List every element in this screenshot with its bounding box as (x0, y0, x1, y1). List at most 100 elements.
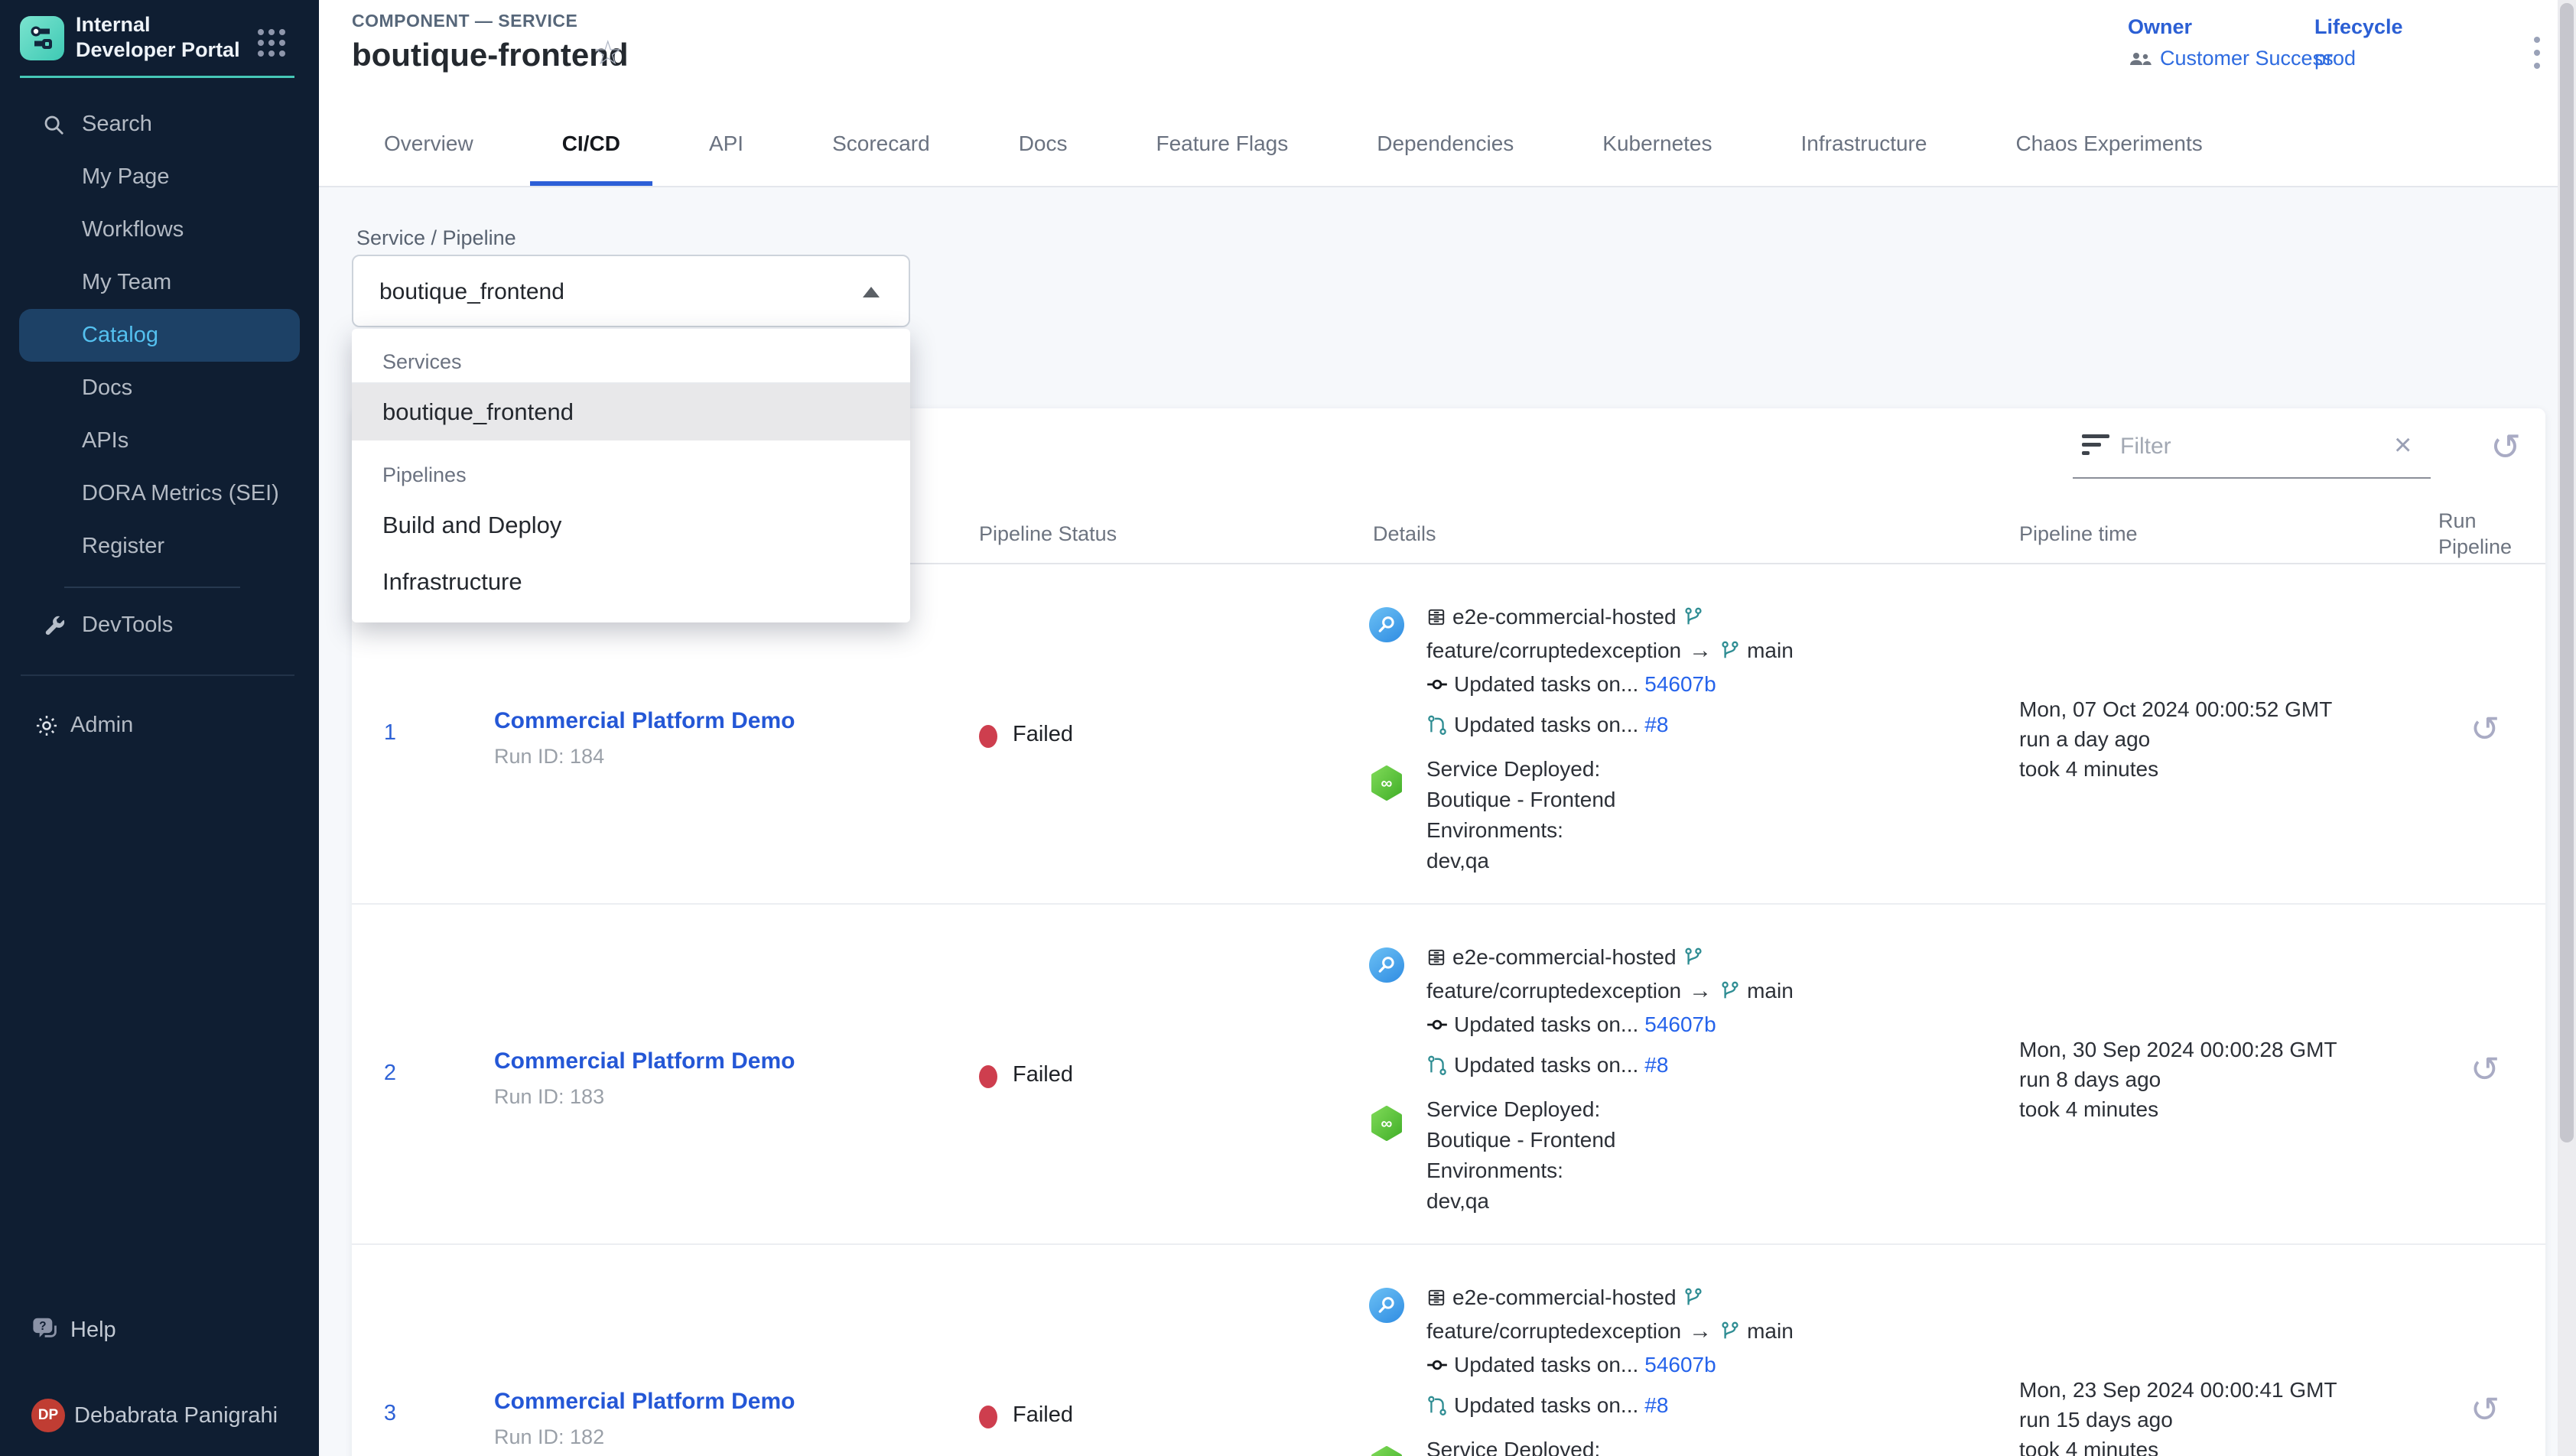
pr-number-link[interactable]: #8 (1644, 713, 1668, 737)
menu-header-pipelines: Pipelines (352, 440, 910, 497)
filter-input[interactable] (2120, 427, 2373, 466)
commit-sha-link[interactable]: 54607b (1644, 1353, 1716, 1377)
commit-text: Updated tasks on... (1454, 1353, 1638, 1377)
tab-infrastructure[interactable]: Infrastructure (1769, 106, 1960, 186)
chevron-up-icon (863, 287, 880, 297)
owner-label: Owner (2128, 15, 2334, 39)
sidebar-nav: Search My Page Workflows My Team Catalog… (0, 98, 319, 752)
svg-text:∞: ∞ (1381, 775, 1393, 792)
pipeline-name-link[interactable]: Commercial Platform Demo (494, 708, 956, 734)
pipeline-rows: 1 Commercial Platform Demo Run ID: 184 F… (352, 564, 2545, 1456)
scrollbar-track[interactable] (2558, 0, 2576, 1456)
time-cell: Mon, 23 Sep 2024 00:00:41 GMT run 15 day… (2004, 1245, 2425, 1456)
run-id: Run ID: 184 (494, 745, 956, 769)
environments-value: dev,qa (1426, 846, 2004, 876)
git-branch-icon (1683, 947, 1704, 968)
tab-overview[interactable]: Overview (352, 106, 506, 186)
service-deployed-label: Service Deployed: (1426, 1435, 2004, 1456)
source-branch: feature/corruptedexception (1426, 1319, 1681, 1344)
pr-number-link[interactable]: #8 (1644, 1393, 1668, 1418)
tab-api[interactable]: API (677, 106, 776, 186)
service-name: Boutique - Frontend (1426, 1125, 2004, 1155)
sidebar-item-register[interactable]: Register (0, 520, 319, 573)
run-serial-link[interactable]: 2 (384, 1061, 396, 1085)
owner-link[interactable]: Customer Success (2160, 47, 2334, 70)
ci-stage-icon (1369, 607, 1404, 642)
pull-request-icon (1426, 714, 1448, 736)
details-cell: ∞ e2e-commercial-hosted feature/corrupte… (1354, 905, 2004, 1243)
refresh-icon[interactable]: ↺ (2490, 430, 2521, 466)
sidebar: Internal Developer Portal Search My Page… (0, 0, 319, 1456)
favorite-star-icon[interactable]: ☆ (593, 34, 623, 73)
sidebar-item-search[interactable]: Search (0, 98, 319, 151)
service-deployed-label: Service Deployed: (1426, 754, 2004, 785)
git-branch-icon (1683, 606, 1704, 628)
pr-text: Updated tasks on... (1454, 1053, 1638, 1077)
app-title: Internal Developer Portal (76, 12, 244, 63)
rerun-pipeline-button[interactable]: ↺ (2470, 1392, 2500, 1427)
rerun-pipeline-button[interactable]: ↺ (2470, 711, 2500, 746)
lifecycle-value: prod (2314, 47, 2356, 70)
sidebar-item-docs[interactable]: Docs (0, 362, 319, 414)
commit-sha-link[interactable]: 54607b (1644, 672, 1716, 697)
scrollbar-thumb[interactable] (2560, 3, 2574, 1142)
pipeline-name-link[interactable]: Commercial Platform Demo (494, 1048, 956, 1074)
menu-header-services: Services (352, 340, 910, 384)
menu-item-boutique-frontend[interactable]: boutique_frontend (352, 384, 910, 440)
sidebar-item-devtools[interactable]: DevTools (0, 599, 319, 652)
kebab-menu-icon[interactable] (2522, 37, 2552, 83)
repo-icon (1426, 947, 1446, 967)
status-cell: Failed (956, 1245, 1354, 1456)
run-serial-link[interactable]: 1 (384, 720, 396, 745)
source-branch: feature/corruptedexception (1426, 639, 1681, 663)
page-title: boutique-frontend (352, 37, 629, 73)
run-serial-link[interactable]: 3 (384, 1401, 396, 1425)
page-header: COMPONENT — SERVICE boutique-frontend ☆ … (319, 0, 2576, 187)
tab-feature-flags[interactable]: Feature Flags (1124, 106, 1321, 186)
details-cell: ∞ e2e-commercial-hosted feature/corrupte… (1354, 564, 2004, 903)
menu-item-infrastructure[interactable]: Infrastructure (352, 554, 910, 610)
sidebar-item-apis[interactable]: APIs (0, 414, 319, 467)
arrow-right-icon: → (1689, 1318, 1712, 1344)
service-deployed-label: Service Deployed: (1426, 1094, 2004, 1125)
menu-item-build-and-deploy[interactable]: Build and Deploy (352, 497, 910, 554)
sidebar-item-help[interactable]: ? Help (0, 1303, 319, 1357)
user-menu[interactable]: DP Debabrata Panigrahi (0, 1389, 319, 1442)
status-failed-dot (979, 1065, 997, 1088)
service-deployed-block: Service Deployed: Boutique - Frontend En… (1426, 754, 2004, 876)
sidebar-item-my-page[interactable]: My Page (0, 151, 319, 203)
sidebar-item-my-team[interactable]: My Team (0, 256, 319, 309)
commit-text: Updated tasks on... (1454, 672, 1638, 697)
tab-dependencies[interactable]: Dependencies (1345, 106, 1546, 186)
sidebar-item-workflows[interactable]: Workflows (0, 203, 319, 256)
environments-label: Environments: (1426, 815, 2004, 846)
pipeline-name-link[interactable]: Commercial Platform Demo (494, 1389, 956, 1415)
tab-chaos-experiments[interactable]: Chaos Experiments (1983, 106, 2234, 186)
tab-scorecard[interactable]: Scorecard (800, 106, 962, 186)
run-ago: run 8 days ago (2019, 1064, 2425, 1094)
cd-stage-icon: ∞ (1369, 1446, 1404, 1456)
filter-icon (2082, 434, 2113, 455)
sidebar-item-catalog[interactable]: Catalog (19, 309, 300, 362)
pipeline-select-label: Service / Pipeline (356, 226, 516, 250)
service-name: Boutique - Frontend (1426, 785, 2004, 815)
pr-number-link[interactable]: #8 (1644, 1053, 1668, 1077)
clear-filter-icon[interactable]: × (2394, 428, 2412, 463)
people-icon (2128, 50, 2152, 68)
tab-docs[interactable]: Docs (987, 106, 1100, 186)
pipeline-select[interactable]: boutique_frontend (352, 255, 910, 327)
status-text: Failed (1013, 722, 1073, 747)
run-duration: took 4 minutes (2019, 1094, 2425, 1124)
service-deployed-block: Service Deployed: Boutique - Frontend En… (1426, 1435, 2004, 1456)
sidebar-item-dora-metrics[interactable]: DORA Metrics (SEI) (0, 467, 319, 520)
tab-kubernetes[interactable]: Kubernetes (1570, 106, 1744, 186)
tab-cicd[interactable]: CI/CD (530, 106, 652, 186)
status-failed-dot (979, 725, 997, 748)
arrow-right-icon: → (1689, 638, 1712, 664)
commit-sha-link[interactable]: 54607b (1644, 1012, 1716, 1037)
commit-icon (1426, 1014, 1448, 1035)
sidebar-item-admin[interactable]: Admin (0, 699, 319, 752)
apps-grid-icon[interactable] (258, 29, 298, 57)
rerun-pipeline-button[interactable]: ↺ (2470, 1051, 2500, 1087)
environments-value: dev,qa (1426, 1186, 2004, 1217)
